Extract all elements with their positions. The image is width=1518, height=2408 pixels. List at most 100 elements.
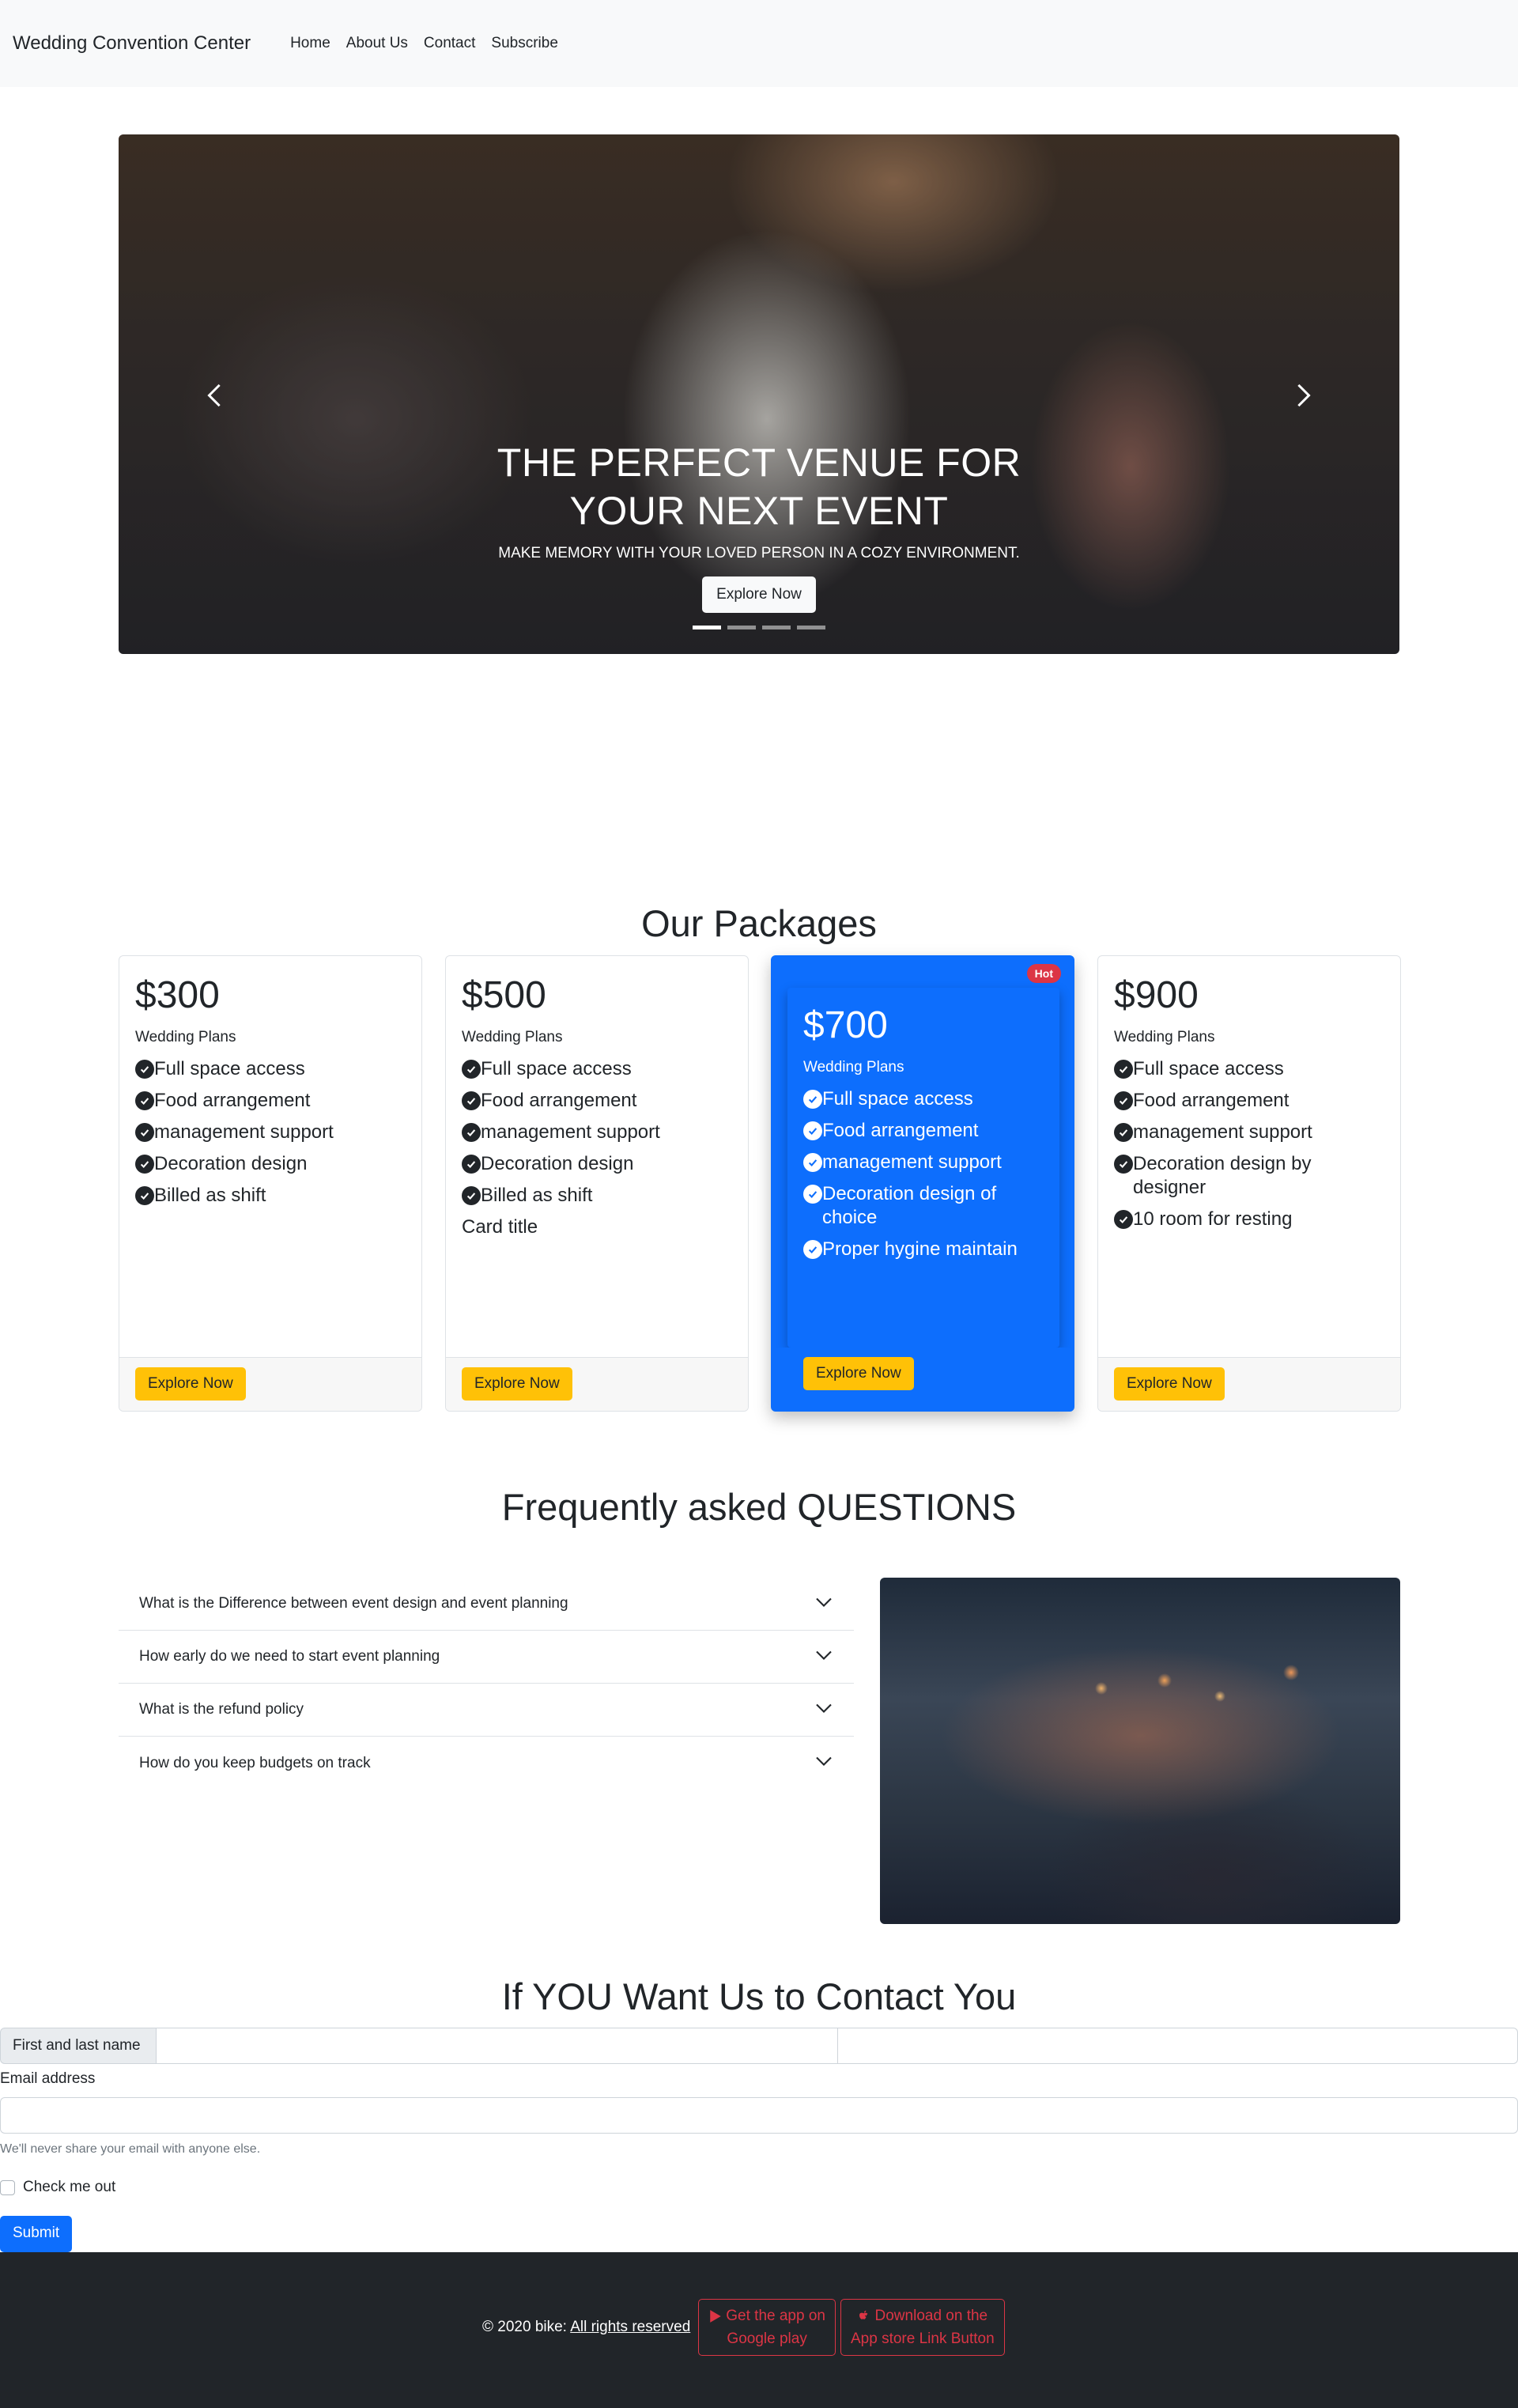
feature-item: Food arrangement: [135, 1089, 406, 1113]
check-circle-icon: [462, 1186, 481, 1205]
nav-link-home[interactable]: Home: [290, 35, 330, 52]
package-price: $700: [803, 1004, 888, 1046]
feature-item: management support: [803, 1151, 1044, 1174]
check-me-out-label[interactable]: Check me out: [23, 2179, 115, 2196]
check-circle-icon: [462, 1155, 481, 1174]
feature-item: Billed as shift: [462, 1184, 732, 1208]
feature-item: Decoration design of choice: [803, 1182, 1044, 1230]
check-circle-icon: [135, 1091, 154, 1110]
concert-crowd-image: [880, 1578, 1400, 1924]
footer-content: © 2020 bike: All rights reserved Get the…: [482, 2299, 1005, 2356]
feature-item: Food arrangement: [1114, 1089, 1384, 1113]
faq-item[interactable]: What is the Difference between event des…: [119, 1578, 854, 1631]
check-me-out-checkbox[interactable]: [0, 2179, 15, 2195]
check-circle-icon: [803, 1185, 822, 1204]
first-name-input[interactable]: [157, 2028, 838, 2064]
featured-inner-card: $700 Wedding Plans Full space access Foo…: [787, 988, 1059, 1348]
check-circle-icon: [803, 1153, 822, 1172]
brand-link[interactable]: Wedding Convention Center: [13, 32, 251, 55]
explore-now-button[interactable]: Explore Now: [1114, 1367, 1225, 1401]
check-circle-icon: [1114, 1210, 1133, 1229]
faq-item[interactable]: How do you keep budgets on track: [119, 1737, 854, 1790]
nav-link-about-us[interactable]: About Us: [346, 35, 408, 52]
check-circle-icon: [803, 1240, 822, 1259]
carousel-indicator[interactable]: [727, 626, 756, 629]
submit-button[interactable]: Submit: [0, 2216, 73, 2252]
chevron-right-icon: [1297, 384, 1311, 407]
carousel-indicator[interactable]: [762, 626, 791, 629]
package-subtitle: Wedding Plans: [135, 1029, 236, 1045]
feature-item: Decoration design by designer: [1114, 1152, 1384, 1200]
carousel-caption: THE PERFECT VENUE FOR YOUR NEXT EVENT MA…: [119, 439, 1399, 613]
feature-item: management support: [462, 1121, 732, 1144]
chevron-down-icon: [814, 1752, 833, 1775]
last-name-input[interactable]: [838, 2028, 1518, 2064]
card-footer: Explore Now: [772, 1348, 1074, 1403]
check-circle-icon: [135, 1155, 154, 1174]
package-card-500: $500 Wedding Plans Full space access Foo…: [445, 955, 749, 1412]
check-circle-icon: [135, 1060, 154, 1079]
faq-item[interactable]: How early do we need to start event plan…: [119, 1631, 854, 1684]
card-title-text: Card title: [462, 1216, 538, 1238]
chevron-left-icon: [207, 384, 221, 407]
faq-title: Frequently asked QUESTIONS: [501, 1486, 1017, 1528]
feature-item: Full space access: [803, 1087, 1044, 1111]
name-input-group: First and last name: [0, 2028, 1518, 2064]
faq-question: How do you keep budgets on track: [139, 1754, 371, 1771]
check-circle-icon: [462, 1091, 481, 1110]
feature-item: Full space access: [135, 1057, 406, 1081]
check-circle-icon: [462, 1060, 481, 1079]
faq-item[interactable]: What is the refund policy: [119, 1684, 854, 1737]
carousel-prev-button[interactable]: [191, 372, 239, 419]
rights-link[interactable]: All rights reserved: [570, 2319, 690, 2335]
package-card-700: Hot $700 Wedding Plans Full space access…: [771, 955, 1074, 1412]
carousel-indicators: [119, 626, 1399, 629]
feature-item: management support: [1114, 1121, 1384, 1144]
package-price: $900: [1114, 974, 1199, 1016]
explore-now-button[interactable]: Explore Now: [803, 1357, 914, 1390]
feature-item: 10 room for resting: [1114, 1208, 1384, 1231]
explore-now-button[interactable]: Explore Now: [135, 1367, 246, 1401]
apple-icon: [858, 2309, 872, 2323]
app-store-button[interactable]: Download on the App store Link Button: [840, 2299, 1005, 2356]
carousel-indicator[interactable]: [797, 626, 825, 629]
hero-explore-button[interactable]: Explore Now: [702, 576, 816, 613]
card-footer: Explore Now: [1098, 1357, 1400, 1411]
check-me-out-row: Check me out: [0, 2179, 115, 2196]
check-circle-icon: [803, 1090, 822, 1109]
package-card-300: $300 Wedding Plans Full space access Foo…: [119, 955, 422, 1412]
carousel-next-button[interactable]: [1279, 372, 1327, 419]
navbar: Wedding Convention Center Home About Us …: [0, 0, 1518, 87]
package-subtitle: Wedding Plans: [462, 1029, 563, 1045]
email-input[interactable]: [0, 2097, 1518, 2134]
check-circle-icon: [1114, 1123, 1133, 1142]
google-play-button[interactable]: Get the app on Google play: [698, 2299, 836, 2356]
hero-title: THE PERFECT VENUE FOR YOUR NEXT EVENT: [497, 440, 1021, 533]
package-price: $300: [135, 974, 220, 1016]
faq-accordion: What is the Difference between event des…: [119, 1578, 854, 1790]
contact-title: If YOU Want Us to Contact You: [501, 1975, 1017, 2017]
package-subtitle: Wedding Plans: [1114, 1029, 1215, 1045]
footer: © 2020 bike: All rights reserved Get the…: [0, 2252, 1518, 2408]
feature-item: Food arrangement: [462, 1089, 732, 1113]
copyright-text: © 2020 bike: All rights reserved: [482, 2319, 691, 2335]
email-label: Email address: [0, 2070, 96, 2087]
check-circle-icon: [462, 1123, 481, 1142]
chevron-down-icon: [814, 1593, 833, 1616]
faq-question: What is the Difference between event des…: [139, 1595, 568, 1612]
package-subtitle: Wedding Plans: [803, 1059, 904, 1075]
check-circle-icon: [135, 1123, 154, 1142]
card-footer: Explore Now: [119, 1357, 421, 1411]
card-footer: Explore Now: [446, 1357, 748, 1411]
feature-item: Billed as shift: [135, 1184, 406, 1208]
carousel-indicator[interactable]: [693, 626, 721, 629]
nav-link-contact[interactable]: Contact: [424, 35, 475, 52]
nav-link-subscribe[interactable]: Subscribe: [491, 35, 558, 52]
feature-item: Food arrangement: [803, 1119, 1044, 1143]
explore-now-button[interactable]: Explore Now: [462, 1367, 572, 1401]
feature-item: Decoration design: [135, 1152, 406, 1176]
check-circle-icon: [1114, 1091, 1133, 1110]
feature-item: Proper hygine maintain: [803, 1238, 1044, 1261]
feature-item: Full space access: [1114, 1057, 1384, 1081]
packages-title: Our Packages: [641, 902, 877, 944]
